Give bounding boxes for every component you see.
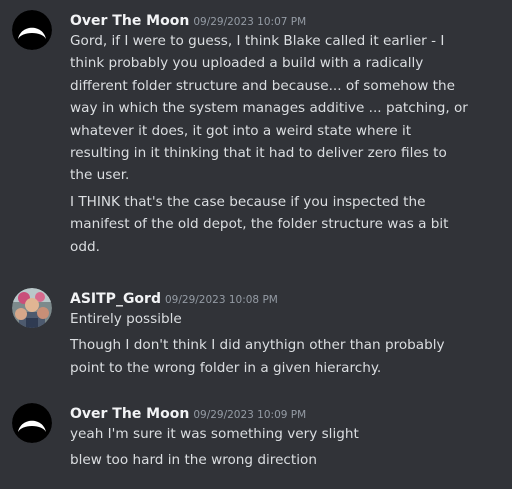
message-text: I THINK that's the case because if you i…: [70, 193, 449, 255]
message-text: blew too hard in the wrong direction: [70, 452, 317, 469]
message-body: Over The Moon 09/29/2023 10:07 PM Gord, i…: [70, 10, 504, 258]
message-body: Over The Moon 09/29/2023 10:09 PM yeah I'…: [70, 403, 504, 472]
username[interactable]: ASITP_Gord: [70, 291, 161, 307]
chat-messages: Over The Moon 09/29/2023 10:07 PM Gord, i…: [0, 0, 512, 489]
username[interactable]: Over The Moon: [70, 13, 189, 29]
crescent-moon-avatar[interactable]: [12, 10, 52, 50]
message-header: Over The Moon 09/29/2023 10:07 PM: [70, 10, 504, 30]
message-text: yeah I'm sure it was something very slig…: [70, 426, 359, 442]
message-text: Though I don't think I did anythign othe…: [70, 337, 445, 376]
message-text: Gord, if I were to guess, I think Blake …: [70, 33, 468, 184]
timestamp: 09/29/2023 10:08 PM: [164, 294, 278, 306]
timestamp: 09/29/2023 10:07 PM: [193, 16, 307, 28]
message-body: ASITP_Gord 09/29/2023 10:08 PM Entirely p…: [70, 288, 504, 379]
crescent-moon-avatar[interactable]: [12, 403, 52, 443]
timestamp: 09/29/2023 10:09 PM: [193, 409, 307, 421]
photo-avatar[interactable]: [12, 288, 52, 328]
message-header: Over The Moon 09/29/2023 10:09 PM: [70, 403, 504, 423]
username[interactable]: Over The Moon: [70, 406, 189, 422]
message-header: ASITP_Gord 09/29/2023 10:08 PM: [70, 288, 504, 308]
message-text: Entirely possible: [70, 311, 182, 327]
